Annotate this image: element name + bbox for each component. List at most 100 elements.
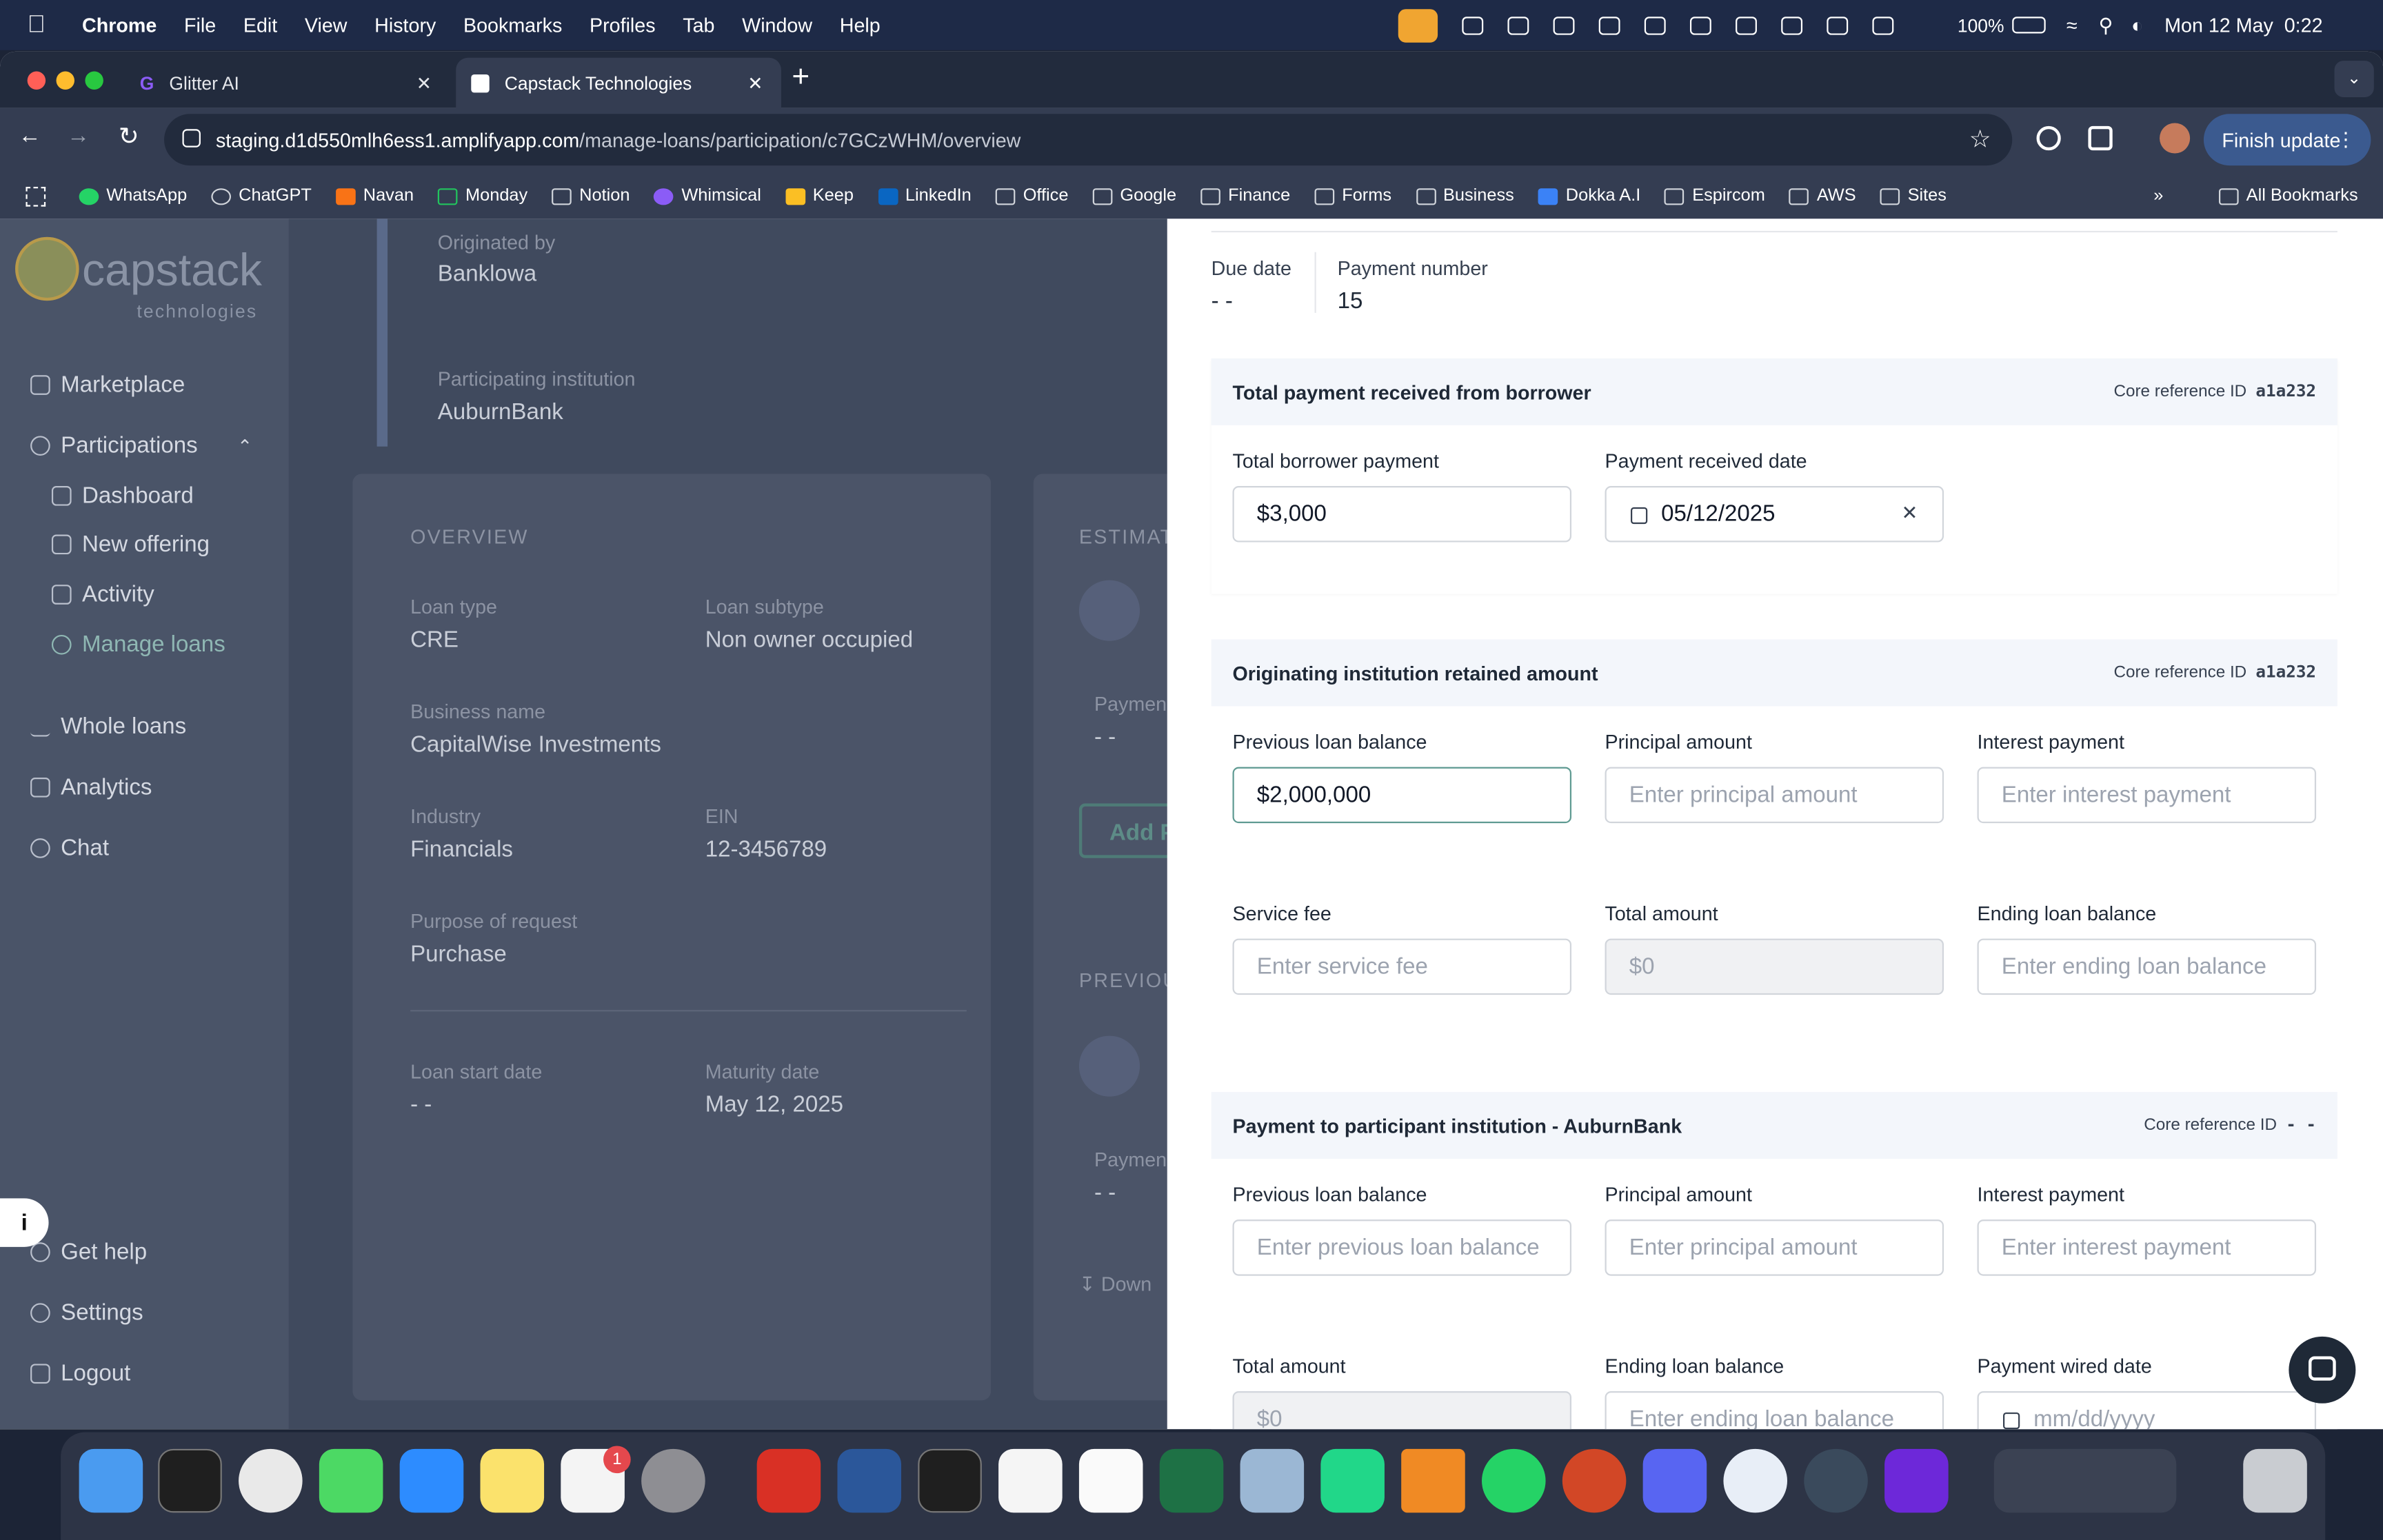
close-window-button[interactable]: [27, 71, 46, 90]
status-icon-5[interactable]: [1644, 16, 1666, 34]
status-icon-8[interactable]: [1781, 16, 1803, 34]
trash-icon[interactable]: [2243, 1448, 2307, 1513]
status-icon-1[interactable]: [1462, 16, 1484, 34]
textedit-icon[interactable]: [1078, 1448, 1143, 1513]
all-bookmarks[interactable]: All Bookmarks: [2218, 187, 2358, 205]
sidebar-item-analytics[interactable]: Analytics: [30, 775, 152, 800]
bookmark-folder-finance[interactable]: Finance: [1200, 187, 1290, 205]
bookmark-linkedin[interactable]: LinkedIn: [878, 187, 972, 205]
bookmark-dokka[interactable]: Dokka A.I: [1538, 187, 1640, 205]
microphone-icon[interactable]: [1398, 8, 1438, 42]
battery-icon[interactable]: [2011, 17, 2046, 34]
sidebar-item-dashboard[interactable]: Dashboard: [51, 483, 194, 509]
clear-date-icon[interactable]: ✕: [1902, 501, 1918, 525]
sidebar-item-settings[interactable]: Settings: [30, 1300, 143, 1326]
sidebar-item-chat[interactable]: Chat: [30, 835, 109, 861]
sidebar-item-logout[interactable]: Logout: [30, 1361, 130, 1387]
system-settings-icon[interactable]: [641, 1448, 705, 1513]
status-icon-3[interactable]: [1553, 16, 1575, 34]
finish-update-button[interactable]: Finish update ⋮: [2203, 114, 2371, 166]
menu-help[interactable]: Help: [840, 14, 881, 37]
more-menu-icon[interactable]: ⋮: [2336, 128, 2356, 152]
csv-editor-icon[interactable]: [998, 1448, 1063, 1513]
interest-payment-input[interactable]: Enter interest payment: [1977, 767, 2317, 824]
status-icon-6[interactable]: [1689, 16, 1711, 34]
apple-icon[interactable]: : [28, 12, 46, 39]
extension-icon-1[interactable]: [2036, 125, 2061, 151]
profile-avatar[interactable]: [2160, 123, 2191, 154]
sidebar-item-manage-loans[interactable]: Manage loans: [51, 632, 225, 658]
bookmark-folder-google[interactable]: Google: [1092, 187, 1176, 205]
terminal-icon[interactable]: [158, 1448, 222, 1513]
principal-amount-input[interactable]: Enter principal amount: [1605, 1219, 1944, 1276]
menu-window[interactable]: Window: [742, 14, 812, 37]
download-link[interactable]: ↧ Down: [1079, 1273, 1152, 1297]
menu-edit[interactable]: Edit: [243, 14, 277, 37]
ending-loan-balance-input[interactable]: Enter ending loan balance: [1977, 938, 2317, 995]
powerpoint-icon[interactable]: [1562, 1448, 1627, 1513]
bookmark-chatgpt[interactable]: ChatGPT: [211, 187, 312, 205]
tab-search-button[interactable]: ⌄: [2334, 61, 2374, 98]
close-tab-icon[interactable]: ✕: [747, 72, 763, 94]
status-icon-10[interactable]: [1872, 16, 1894, 34]
interest-payment-input[interactable]: Enter interest payment: [1977, 1219, 2317, 1276]
close-tab-icon[interactable]: ✕: [416, 72, 432, 94]
principal-amount-input[interactable]: Enter principal amount: [1605, 767, 1944, 824]
pycharm-icon[interactable]: [1320, 1448, 1385, 1513]
menu-tab[interactable]: Tab: [683, 14, 714, 37]
menu-app-name[interactable]: Chrome: [82, 14, 157, 37]
menu-profiles[interactable]: Profiles: [590, 14, 656, 37]
activity-monitor-icon[interactable]: [918, 1448, 982, 1513]
status-icon-2[interactable]: [1507, 16, 1529, 34]
previous-loan-balance-input[interactable]: $2,000,000: [1232, 767, 1572, 824]
menu-view[interactable]: View: [305, 14, 348, 37]
sidebar-item-whole-loans[interactable]: Whole loans: [30, 714, 186, 740]
payment-received-date-input[interactable]: 05/12/2025 ✕: [1605, 486, 1944, 543]
new-tab-button[interactable]: +: [792, 61, 810, 96]
status-icon-7[interactable]: [1736, 16, 1757, 34]
reload-icon[interactable]: ↻: [119, 121, 139, 152]
minimize-window-button[interactable]: [56, 71, 75, 90]
control-center-icon[interactable]: ◐: [2131, 14, 2143, 37]
chat-support-button[interactable]: [2289, 1336, 2356, 1404]
bookmark-folder-office[interactable]: Office: [996, 187, 1068, 205]
vlc-icon[interactable]: [1401, 1448, 1465, 1513]
sidebar-item-get-help[interactable]: Get help: [30, 1239, 147, 1265]
bookmark-folder-aws[interactable]: AWS: [1789, 187, 1856, 205]
sidebar-item-activity[interactable]: Activity: [51, 582, 154, 607]
quicktime-icon[interactable]: [1804, 1448, 1868, 1513]
pdf-icon[interactable]: [756, 1448, 821, 1513]
total-borrower-payment-input[interactable]: $3,000: [1232, 486, 1572, 543]
bookmark-whimsical[interactable]: Whimsical: [654, 187, 761, 205]
chrome-icon[interactable]: [239, 1448, 303, 1513]
menu-file[interactable]: File: [184, 14, 216, 37]
tab-glitter-ai[interactable]: G Glitter AI ✕: [125, 58, 450, 108]
apps-grid-icon[interactable]: [26, 185, 46, 206]
previous-loan-balance-input[interactable]: Enter previous loan balance: [1232, 1219, 1572, 1276]
tab-capstack[interactable]: Capstack Technologies ✕: [456, 57, 781, 108]
info-icon[interactable]: i: [0, 1198, 49, 1247]
sidebar-item-marketplace[interactable]: Marketplace: [30, 372, 185, 398]
ending-loan-balance-input[interactable]: Enter ending loan balance: [1605, 1391, 1944, 1430]
wifi-icon[interactable]: ≈: [2067, 14, 2078, 37]
bookmark-star-icon[interactable]: ☆: [1969, 125, 1991, 155]
sidebar-item-participations[interactable]: Participations ⌃: [30, 433, 252, 458]
bookmark-folder-business[interactable]: Business: [1416, 187, 1514, 205]
bookmark-folder-sites[interactable]: Sites: [1880, 187, 1947, 205]
bookmark-notion[interactable]: Notion: [552, 187, 630, 205]
back-icon[interactable]: ←: [18, 123, 41, 148]
bookmark-espircom[interactable]: Espircom: [1665, 187, 1765, 205]
recent-windows-icon[interactable]: [1993, 1448, 2177, 1513]
1password-icon[interactable]: [1723, 1448, 1788, 1513]
extensions-puzzle-icon[interactable]: [2088, 125, 2113, 151]
address-bar[interactable]: staging.d1d550mlh6ess1.amplifyapp.com/ma…: [164, 114, 2013, 166]
notes-icon[interactable]: [480, 1448, 545, 1513]
sidebar-item-new-offering[interactable]: New offering: [51, 531, 210, 558]
bookmark-monday[interactable]: Monday: [438, 187, 527, 205]
status-icon-4[interactable]: [1598, 16, 1620, 34]
bookmark-folder-forms[interactable]: Forms: [1314, 187, 1391, 205]
zoom-window-button[interactable]: [85, 71, 103, 90]
bookmark-keep[interactable]: Keep: [785, 187, 854, 205]
chevron-up-icon[interactable]: ⌃: [237, 435, 252, 456]
preview-icon[interactable]: [1240, 1448, 1305, 1513]
